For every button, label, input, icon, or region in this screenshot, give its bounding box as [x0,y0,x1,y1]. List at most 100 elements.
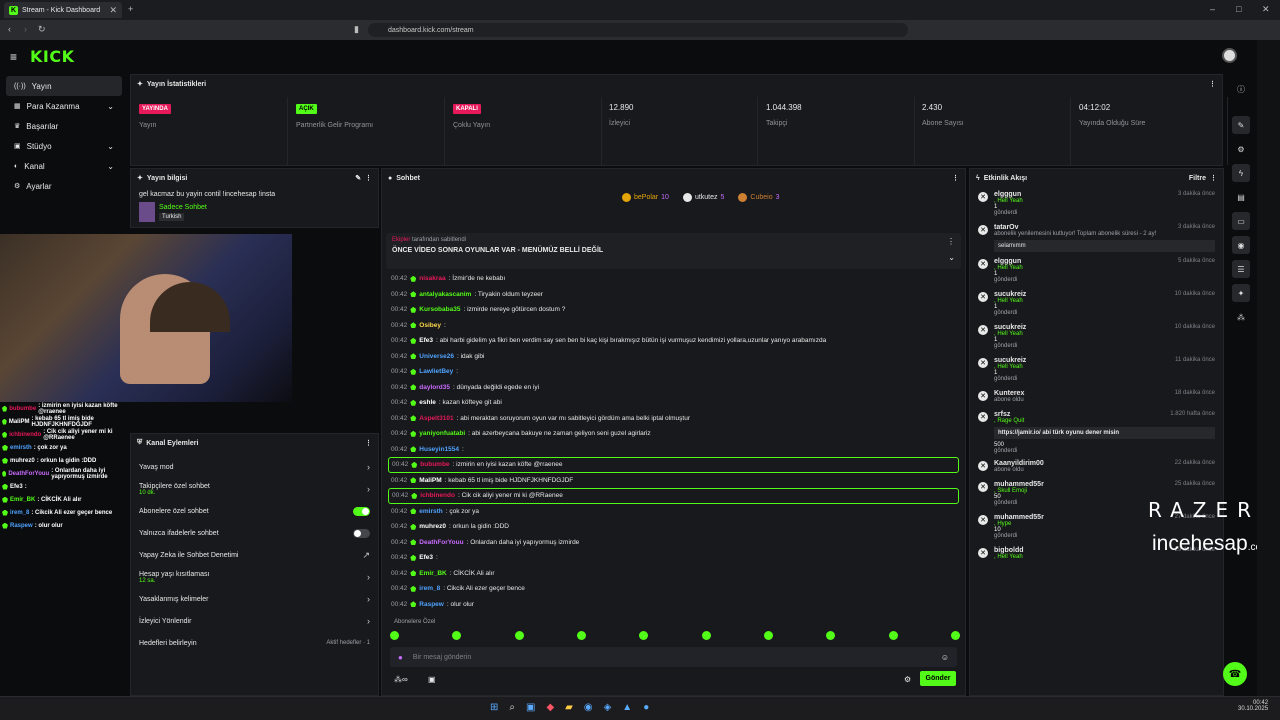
message-user[interactable]: Raspew [419,601,444,608]
emoji-icon[interactable]: ☺ [941,653,949,662]
message-user[interactable]: yaniyonfuatabi [419,430,465,437]
chat-tools-icon[interactable]: ⁂∞ [394,675,408,684]
activity-event[interactable]: ✕ sucukreiz 11 dakika önce, Hell Yeah 1 gönd… [970,357,1223,382]
toggle-switch[interactable] [353,528,370,538]
channel-action-row[interactable]: Yalnızca ifadelerle sohbet [131,522,378,544]
chat-message[interactable]: 00:42 Raspew: olur olur [382,597,965,613]
emote-icon[interactable] [701,631,711,640]
more-icon[interactable]: ⋮ [1209,80,1216,88]
chat-message[interactable]: 00:42 LawlietBey: [382,364,965,380]
brave-icon[interactable]: ◆ [546,702,554,713]
bolt-icon[interactable]: ϟ [1232,164,1250,182]
message-user[interactable]: DeathForYouu [419,539,463,546]
emote-icon[interactable] [514,631,524,640]
forward-icon[interactable]: › [24,24,27,34]
message-user[interactable]: ichbinendo [420,492,455,499]
emote-icon[interactable] [950,631,960,640]
edit-icon[interactable]: ✎ [1232,116,1250,134]
document-icon[interactable]: ▤ [1232,188,1250,206]
activity-event[interactable]: ✕ elgggun 5 dakika önce, Hell Yeah 1 gönderd… [970,258,1223,283]
chat-message[interactable]: 00:42 Efe3: [382,550,965,566]
sidebar-item-5[interactable]: ⚙ Ayarlar [6,176,122,196]
emote-icon[interactable] [826,631,836,640]
list-icon[interactable]: ☰ [1232,260,1250,278]
browser-tab[interactable]: K Stream - Kick Dashboard ✕ [4,2,122,18]
chat-message[interactable]: 00:42 Huseyin1554: [382,442,965,458]
chevron-down-icon[interactable]: ⌄ [948,253,955,262]
message-user[interactable]: antalyakascanim [419,291,471,298]
activity-event[interactable]: ✕ tatarOv 3 dakika önce abonelik yenilemesi… [970,224,1223,252]
settings-icon[interactable]: ⚙ [904,675,911,684]
chat-message[interactable]: 00:42 bubumbe: izmirin en iyisi kazan köf… [388,457,959,473]
chat-message[interactable]: 00:42 Efe3: abi harbi gidelim ya fikri be… [382,333,965,349]
message-user[interactable]: bubumbe [420,461,449,468]
emote-icon[interactable] [639,631,649,640]
stream-preview-video[interactable] [0,234,292,402]
filter-button[interactable]: Filtre [1189,175,1206,182]
sidebar-item-4[interactable]: ◐ Kanal ⌄ [6,156,122,176]
message-user[interactable]: Efe3 [419,337,433,344]
emote-icon[interactable] [390,631,399,640]
activity-event[interactable]: ✕ srfsz 1.820 hafta önce , Rage Quit https:/… [970,411,1223,454]
chat-message[interactable]: 00:42 yaniyonfuatabi: abi azerbeycana bak… [382,426,965,442]
mic-icon[interactable]: ● [398,653,403,662]
chat-message[interactable]: 00:42 daylord35: dünyada değildi egede en… [382,380,965,396]
chat-message[interactable]: 00:42 Osibey: [382,318,965,334]
wrench-icon[interactable]: ✦ [1232,284,1250,302]
message-user[interactable]: muhrez0 [419,523,446,530]
chat-input[interactable]: ● Bir mesaj gönderin ☺ [390,647,957,667]
minimize-icon[interactable]: – [1210,4,1215,14]
category-name[interactable]: Sadece Sohbet [159,204,207,211]
emote-icon[interactable] [576,631,586,640]
activity-event[interactable]: ✕ Kunterex 18 dakika önce abone oldu [970,390,1223,403]
chat-message[interactable]: 00:42 MaliPM: kebab 65 tl imiş bide HJDNF… [382,473,965,489]
bookmark-icon[interactable]: ▮ [354,24,359,35]
chat-icon[interactable]: ▭ [1232,212,1250,230]
message-user[interactable]: irem_8 [419,585,440,592]
close-window-icon[interactable]: ✕ [1262,4,1270,15]
leaderboard-entry[interactable]: Cubeio 3 [738,193,780,202]
chat-message[interactable]: 00:42 Emir_BK: CİKCİK Ali alır [382,566,965,582]
avatar[interactable] [1222,48,1237,63]
message-user[interactable]: Kursobaba35 [419,306,460,313]
share-icon[interactable]: ⁂ [1232,308,1250,326]
chat-message[interactable]: 00:42 Aspelt3101: abi meraktan soruyorum … [382,411,965,427]
message-user[interactable]: Efe3 [419,554,433,561]
message-user[interactable]: Universe26 [419,353,454,360]
activity-event[interactable]: ✕ sucukreiz 10 dakika önce, Hell Yeah 1 gönd… [970,291,1223,316]
chat-message[interactable]: 00:42 Universe26: idak gibi [382,349,965,365]
channel-action-row[interactable]: Yapay Zeka ile Sohbet Denetimi ↗ [131,544,378,566]
leaderboard-entry[interactable]: utkutez 5 [682,193,724,202]
send-button[interactable]: Gönder [920,671,956,686]
pinned-message[interactable]: Ekipler tarafından sabitlendi ÖNCE VİDEO… [386,233,961,269]
pin-icon[interactable]: ⋮ [947,237,955,246]
message-user[interactable]: Emir_BK [419,570,446,577]
discord-icon[interactable]: ◈ [604,702,612,713]
steam-icon[interactable]: ◉ [584,702,593,713]
close-tab-icon[interactable]: ✕ [109,5,117,16]
activity-event[interactable]: ✕ elgggun 3 dakika önce, Hell Yeah 1 gönderd… [970,191,1223,216]
channel-action-row[interactable]: Abonelere özel sohbet [131,500,378,522]
reload-icon[interactable]: ↻ [38,24,46,35]
edit-icon[interactable]: ✎ ⋮ [355,174,372,182]
chat-message[interactable]: 00:42 ichbinendo: Cik cik aliyi yener mi … [388,488,959,504]
message-user[interactable]: nisakraa [419,275,445,282]
address-bar[interactable]: dashboard.kick.com/stream [368,23,908,37]
message-user[interactable]: Osibey [419,322,441,329]
windows-start-icon[interactable]: ⊞ [490,702,498,713]
activity-event[interactable]: ✕ sucukreiz 10 dakika önce, Hell Yeah 1 gönd… [970,324,1223,349]
task-view-icon[interactable]: ▣ [526,702,535,713]
chat-message[interactable]: 00:42 nisakraa: İzmir'de ne kebabı [382,271,965,287]
info-icon[interactable]: ⓘ [1232,80,1250,98]
kick-logo[interactable]: KICK [30,47,75,66]
maximize-icon[interactable]: □ [1236,4,1241,14]
new-tab-icon[interactable]: + [128,4,133,14]
chat-message[interactable]: 00:42 muhrez0: orkun la gidin :DDD [382,519,965,535]
channel-action-row[interactable]: Hedefleri belirleyin Aktif hedefler · 1 [131,632,378,654]
chat-message[interactable]: 00:42 emirsth: çok zor ya [382,504,965,520]
sidebar-item-1[interactable]: ▦ Para Kazanma ⌄ [6,96,122,116]
message-user[interactable]: emirsth [419,508,442,515]
chat-message[interactable]: 00:42 irem_8: Cikcik Ali ezer geçer bence [382,581,965,597]
message-user[interactable]: eshle [419,399,436,406]
back-icon[interactable]: ‹ [8,24,11,34]
